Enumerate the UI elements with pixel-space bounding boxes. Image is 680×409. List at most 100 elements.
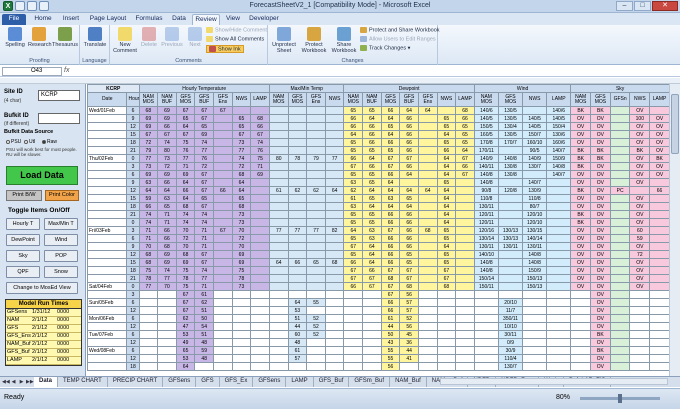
ht-cell[interactable]: 67 bbox=[138, 130, 159, 139]
hour-cell[interactable]: 3 bbox=[126, 290, 140, 299]
ht-cell[interactable]: 69 bbox=[157, 258, 177, 267]
mx-cell[interactable] bbox=[306, 234, 326, 243]
sk-cell[interactable]: OV bbox=[629, 138, 651, 147]
mx-cell[interactable] bbox=[268, 274, 289, 283]
dp-cell[interactable]: 66 bbox=[399, 130, 419, 139]
mx-cell[interactable] bbox=[268, 322, 289, 331]
ht-cell[interactable] bbox=[250, 274, 270, 283]
wd-cell[interactable] bbox=[546, 258, 572, 267]
sk-cell[interactable]: OV bbox=[629, 218, 651, 227]
ht-cell[interactable] bbox=[250, 234, 270, 243]
mx-cell[interactable]: 80 bbox=[268, 154, 289, 163]
ht-cell[interactable]: 64 bbox=[138, 186, 159, 195]
mx-cell[interactable] bbox=[268, 234, 289, 243]
dp-cell[interactable]: 64 bbox=[436, 154, 457, 163]
mx-cell[interactable] bbox=[268, 362, 289, 371]
dp-cell[interactable] bbox=[343, 362, 364, 371]
ht-cell[interactable]: 64 bbox=[175, 362, 196, 371]
dp-cell[interactable] bbox=[417, 330, 438, 339]
dp-cell[interactable] bbox=[417, 210, 438, 219]
ht-cell[interactable]: 64 bbox=[231, 186, 252, 195]
ht-cell[interactable] bbox=[250, 282, 270, 291]
mx-cell[interactable]: 77 bbox=[268, 226, 289, 235]
ht-cell[interactable]: 69 bbox=[157, 250, 177, 259]
dp-cell[interactable]: 65 bbox=[343, 234, 364, 243]
ht-cell[interactable] bbox=[213, 274, 233, 283]
mx-cell[interactable] bbox=[324, 330, 345, 339]
mx-cell[interactable] bbox=[306, 114, 326, 123]
wd-cell[interactable]: 140/7 bbox=[522, 178, 548, 187]
sk-cell[interactable]: OV bbox=[629, 162, 651, 171]
ht-cell[interactable]: 74 bbox=[231, 154, 252, 163]
sk-cell[interactable]: OV bbox=[570, 114, 592, 123]
dp-cell[interactable] bbox=[455, 242, 475, 251]
mx-cell[interactable] bbox=[287, 106, 308, 115]
mx-cell[interactable] bbox=[268, 138, 289, 147]
ht-cell[interactable]: 77 bbox=[138, 282, 159, 291]
ht-cell[interactable]: 72 bbox=[157, 162, 177, 171]
sk-cell[interactable] bbox=[649, 106, 669, 115]
dp-cell[interactable]: 64 bbox=[417, 106, 438, 115]
dp-cell[interactable] bbox=[417, 354, 438, 363]
ht-cell[interactable]: 68 bbox=[231, 202, 252, 211]
wd-cell[interactable]: 90/8 bbox=[473, 186, 499, 195]
dp-cell[interactable]: 65 bbox=[362, 178, 382, 187]
wd-cell[interactable]: 110/4 bbox=[497, 354, 524, 363]
dp-cell[interactable]: 52 bbox=[399, 314, 419, 323]
dp-cell[interactable] bbox=[436, 330, 457, 339]
toggle-wind-button[interactable]: Wind bbox=[44, 234, 78, 246]
mx-cell[interactable]: 61 bbox=[287, 346, 308, 355]
dp-cell[interactable]: 64 bbox=[436, 162, 457, 171]
sk-cell[interactable] bbox=[649, 178, 669, 187]
mx-cell[interactable] bbox=[324, 298, 345, 307]
wd-cell[interactable] bbox=[546, 218, 572, 227]
dp-cell[interactable]: 43 bbox=[380, 338, 401, 347]
wd-cell[interactable] bbox=[497, 258, 524, 267]
ht-cell[interactable]: 69 bbox=[231, 250, 252, 259]
dp-cell[interactable] bbox=[436, 338, 457, 347]
ht-cell[interactable] bbox=[213, 210, 233, 219]
ht-cell[interactable]: 62 bbox=[194, 298, 215, 307]
dp-cell[interactable]: 64 bbox=[417, 186, 438, 195]
mx-cell[interactable] bbox=[306, 250, 326, 259]
wd-cell[interactable] bbox=[546, 234, 572, 243]
mx-cell[interactable] bbox=[268, 298, 289, 307]
ht-cell[interactable]: 68 bbox=[157, 242, 177, 251]
dp-cell[interactable]: 66 bbox=[399, 114, 419, 123]
mx-cell[interactable] bbox=[306, 210, 326, 219]
sk-cell[interactable] bbox=[609, 362, 631, 371]
ht-cell[interactable]: 78 bbox=[138, 274, 159, 283]
ht-cell[interactable]: 75 bbox=[175, 282, 196, 291]
mx-cell[interactable] bbox=[324, 130, 345, 139]
sk-cell[interactable]: 66 bbox=[649, 186, 669, 195]
dp-cell[interactable] bbox=[455, 298, 475, 307]
sk-cell[interactable] bbox=[570, 322, 592, 331]
ht-cell[interactable]: 75 bbox=[231, 266, 252, 275]
dp-cell[interactable]: 67 bbox=[399, 274, 419, 283]
ht-cell[interactable]: 59 bbox=[138, 194, 159, 203]
dp-cell[interactable] bbox=[417, 282, 438, 291]
ht-cell[interactable]: 68 bbox=[138, 250, 159, 259]
new-comment-button[interactable]: New Comment bbox=[113, 27, 137, 54]
ht-cell[interactable] bbox=[213, 314, 233, 323]
sk-cell[interactable]: OV bbox=[649, 138, 669, 147]
sk-cell[interactable] bbox=[609, 162, 631, 171]
dp-cell[interactable]: 65 bbox=[362, 146, 382, 155]
mx-cell[interactable] bbox=[324, 210, 345, 219]
ht-cell[interactable] bbox=[213, 258, 233, 267]
mx-cell[interactable]: 52 bbox=[306, 322, 326, 331]
dp-cell[interactable]: 56 bbox=[380, 362, 401, 371]
dp-cell[interactable] bbox=[455, 226, 475, 235]
ht-cell[interactable]: 64 bbox=[175, 178, 196, 187]
dp-cell[interactable] bbox=[455, 362, 475, 371]
ht-cell[interactable]: 67 bbox=[175, 306, 196, 315]
mx-cell[interactable] bbox=[306, 202, 326, 211]
sk-cell[interactable]: BK bbox=[570, 218, 592, 227]
ht-cell[interactable] bbox=[157, 298, 177, 307]
ht-cell[interactable]: 71 bbox=[157, 218, 177, 227]
ht-cell[interactable]: 69 bbox=[157, 106, 177, 115]
dp-cell[interactable]: 67 bbox=[380, 154, 401, 163]
sheet-tab[interactable]: GFS bbox=[196, 377, 220, 387]
dp-cell[interactable] bbox=[436, 354, 457, 363]
date-cell[interactable]: Tue/07Feb bbox=[87, 330, 128, 339]
